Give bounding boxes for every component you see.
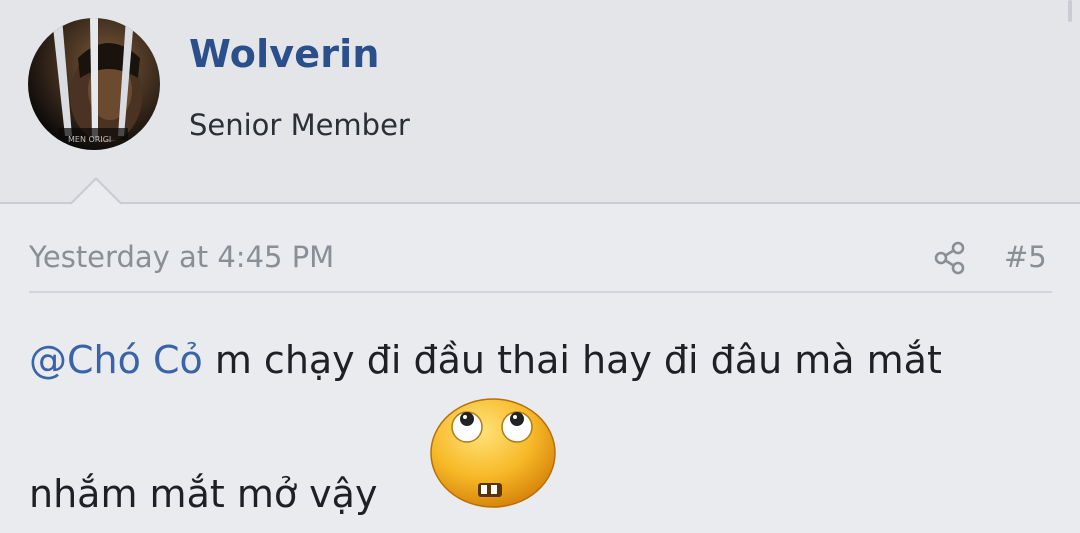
post-author-block: MEN ORIGI Wolverin Senior Member [0, 0, 1080, 203]
post-text-line: nhắm mắt mở vậy [29, 464, 377, 524]
user-rank: Senior Member [189, 108, 410, 142]
post-timestamp[interactable]: Yesterday at 4:45 PM [29, 240, 334, 274]
section-divider [0, 202, 1080, 204]
user-avatar[interactable]: MEN ORIGI [28, 18, 160, 150]
scrollbar-thumb[interactable] [1068, 0, 1072, 22]
post-text: nhắm mắt mở vậy [29, 472, 378, 516]
user-mention-link[interactable]: @Chó Cỏ [29, 338, 203, 382]
speech-caret-fill [72, 180, 120, 204]
post-number-link[interactable]: #5 [1004, 240, 1047, 274]
share-icon[interactable] [932, 240, 968, 276]
username[interactable]: Wolverin [189, 32, 380, 76]
post-text-line: @Chó Cỏ m chạy đi đầu thai hay đi đâu mà… [29, 330, 942, 390]
svg-text:MEN ORIGI: MEN ORIGI [68, 135, 111, 144]
meta-divider [29, 291, 1052, 293]
rolling-eyes-emoji-icon [429, 397, 557, 509]
avatar-wolverine-image: MEN ORIGI [52, 18, 142, 144]
post-text: m chạy đi đầu thai hay đi đâu mà mắt [214, 338, 942, 382]
forum-post: MEN ORIGI Wolverin Senior Member Yesterd… [0, 0, 1080, 533]
